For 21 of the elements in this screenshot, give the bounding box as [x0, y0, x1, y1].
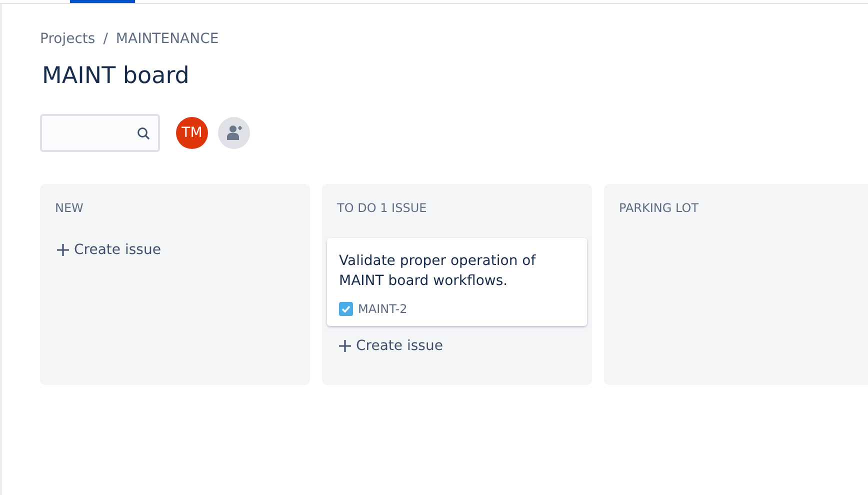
add-person-button[interactable] [218, 117, 250, 149]
create-issue-button[interactable]: Create issue [327, 334, 455, 358]
column-header: NEW [55, 201, 84, 215]
column-header: PARKING LOT [619, 201, 699, 215]
issue-summary: Validate proper operation of MAINT board workflows. [339, 252, 537, 291]
create-issue-button[interactable]: Create issue [45, 238, 173, 262]
breadcrumb-link[interactable]: Projects [40, 31, 96, 47]
add-person-icon [225, 124, 243, 142]
board-title: MAINT board [42, 62, 190, 91]
breadcrumb-link[interactable]: MAINTENANCE [116, 31, 219, 47]
issue-key[interactable]: MAINT-2 [358, 302, 408, 316]
active-tab-indicator [70, 0, 135, 3]
search-field[interactable] [40, 114, 160, 152]
column-header: TO DO 1 ISSUE [337, 201, 427, 215]
search-icon [137, 126, 150, 140]
plus-icon [57, 244, 69, 256]
breadcrumb-separator: / [103, 31, 108, 47]
issue-card[interactable]: Validate proper operation of MAINT board workflows. MAINT-2 [327, 238, 587, 326]
task-checkbox-icon [339, 302, 353, 316]
plus-icon [339, 340, 351, 352]
user-avatar[interactable]: TM [176, 117, 208, 149]
